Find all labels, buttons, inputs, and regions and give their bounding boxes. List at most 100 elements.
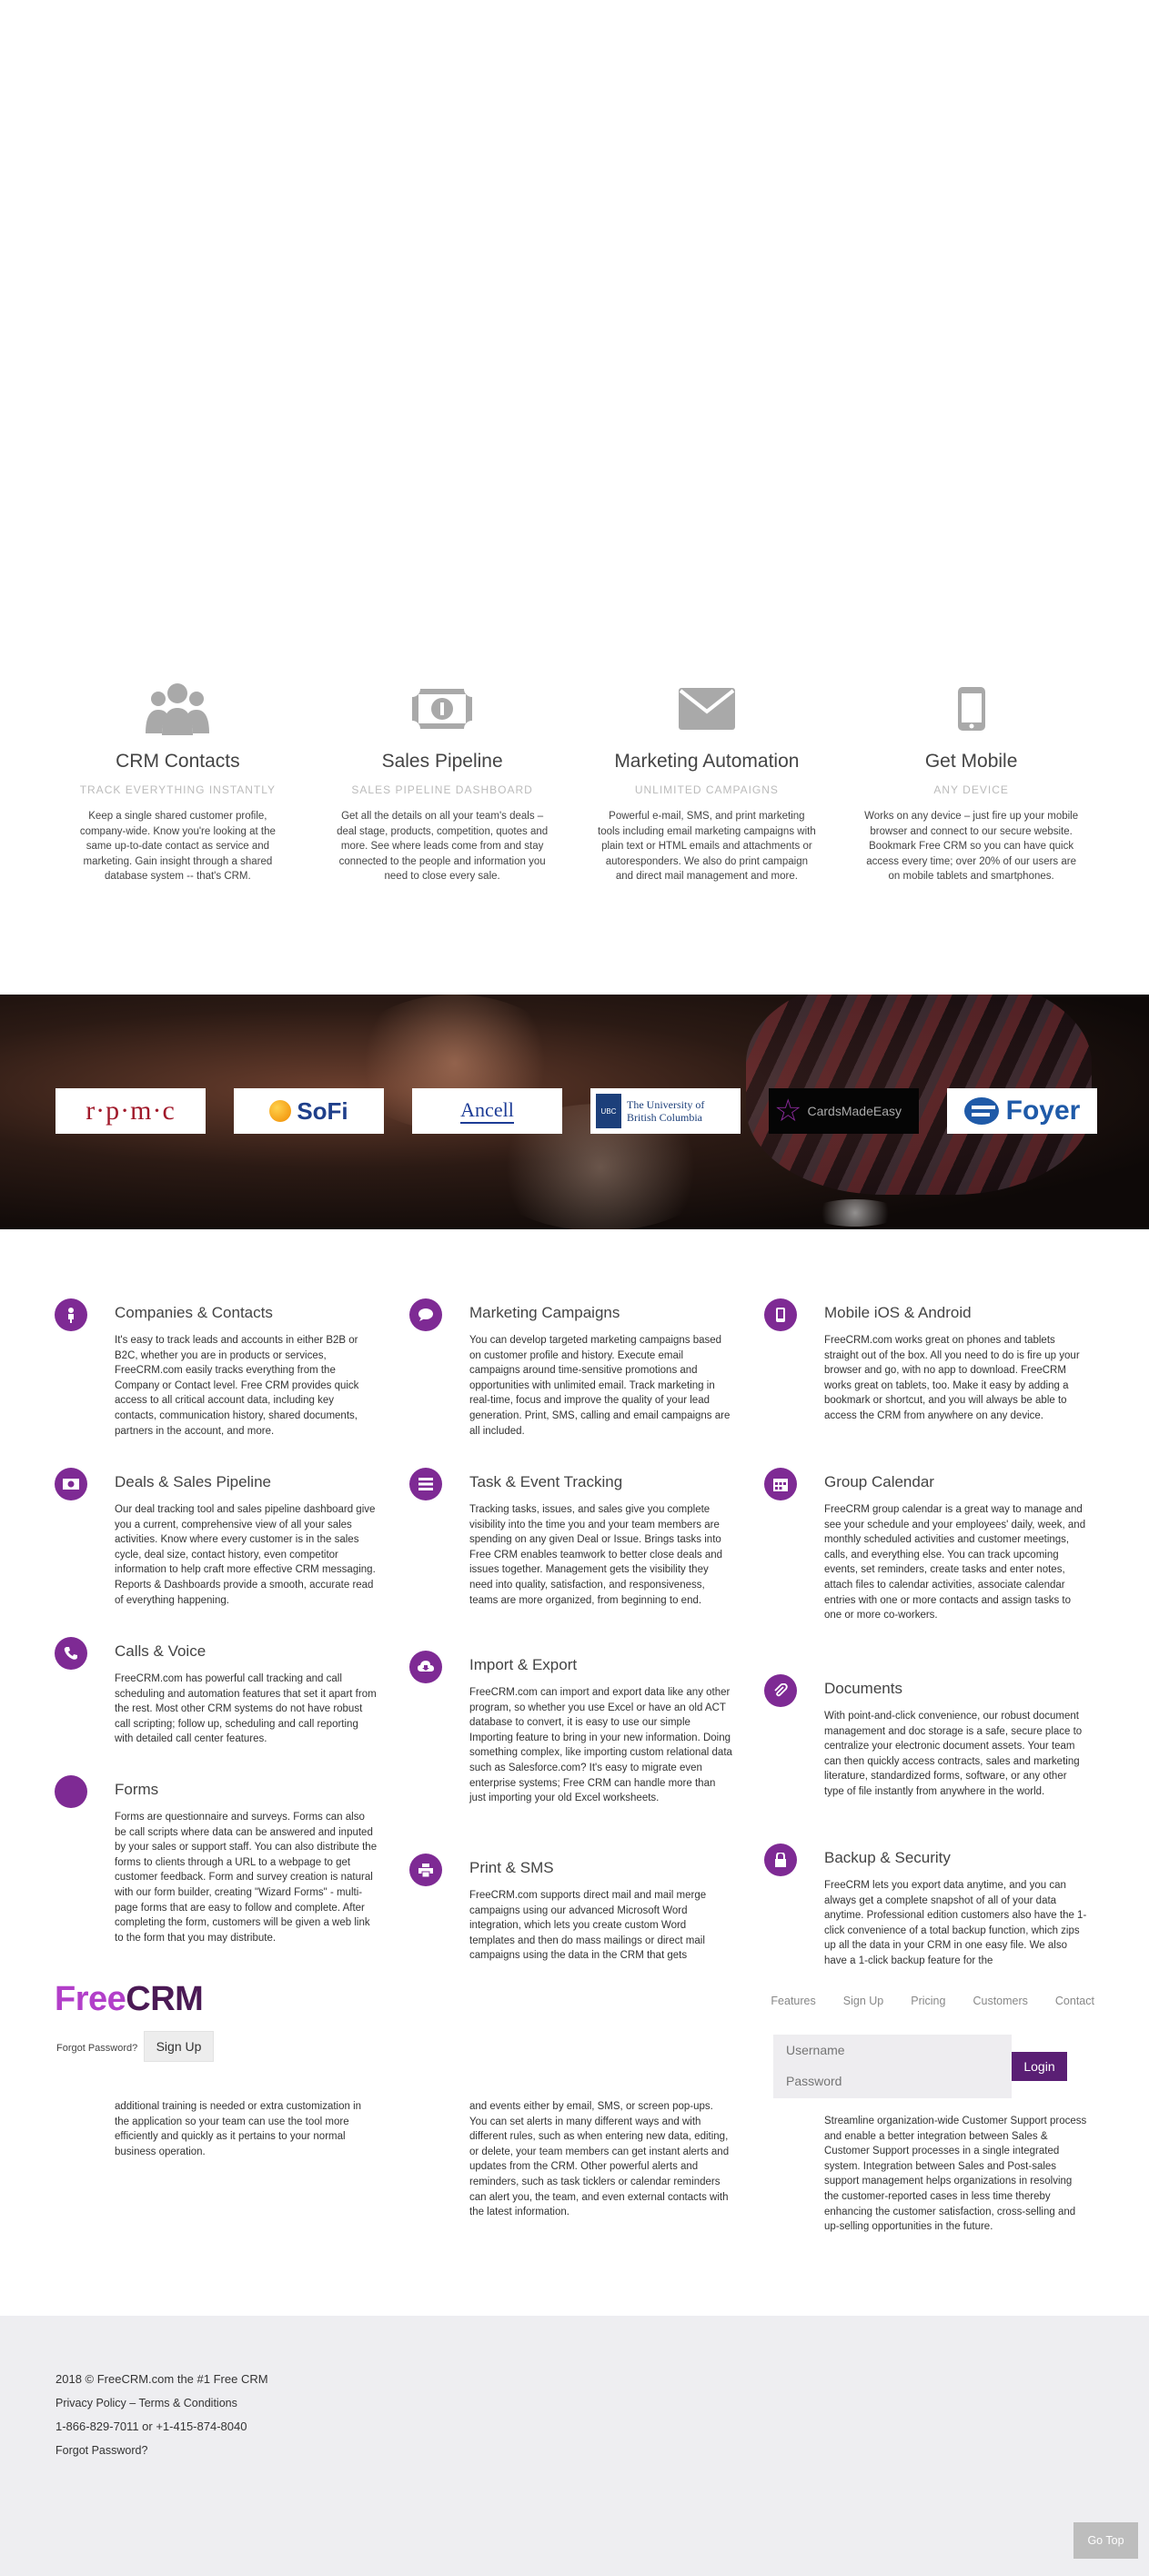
phone-icon — [55, 1637, 87, 1670]
feature-text: Works on any device – just fire up your … — [864, 811, 1079, 882]
logo-ubc: UBC The University of British Columbia — [590, 1088, 741, 1134]
ubc-crest-icon: UBC — [596, 1094, 621, 1128]
sign-up-button[interactable]: Sign Up — [144, 2031, 214, 2062]
privacy-policy-link[interactable]: Privacy Policy — [55, 2397, 126, 2409]
logo-rpmc: r·p·m·c — [55, 1088, 206, 1134]
feature-title: Deals & Sales Pipeline — [115, 1473, 271, 1490]
logo-row: r·p·m·c SoFi Ancell UBC The University o… — [55, 1088, 1097, 1134]
mobile-icon — [764, 1298, 797, 1331]
logo-line: The University of — [627, 1098, 705, 1111]
logo-ancell: Ancell — [412, 1088, 562, 1134]
paperclip-icon — [764, 1674, 797, 1707]
feature-title: Get Mobile — [924, 751, 1018, 772]
group-icon — [67, 678, 288, 740]
login-form — [773, 2035, 1012, 2098]
tasks-icon — [409, 1468, 442, 1500]
feature-text: FreeCRM.com works great on phones and ta… — [824, 1335, 1080, 1421]
feature-title: Mobile iOS & Android — [824, 1304, 972, 1321]
forgot-password-link[interactable]: Forgot Password? — [56, 2043, 137, 2054]
nav-contact[interactable]: Contact — [1055, 1995, 1094, 2007]
feature-text: FreeCRM group calendar is a great way to… — [824, 1504, 1086, 1621]
logo-text: UBC — [600, 1106, 617, 1116]
username-input[interactable] — [773, 2035, 1012, 2066]
logo-sofi: SoFi — [234, 1088, 384, 1134]
phone-numbers: 1-866-829-7011 or +1-415-874-8040 — [55, 2419, 247, 2433]
nav-sign-up[interactable]: Sign Up — [843, 1995, 883, 2007]
cloud-download-icon — [409, 1651, 442, 1683]
brand-crm: CRM — [126, 1980, 204, 2018]
logo-text: SoFi — [297, 1096, 348, 1125]
background-blur — [810, 1199, 901, 1227]
footer: 2018 © FreeCRM.com the #1 Free CRM Priva… — [0, 2316, 1149, 2576]
feature-title: Group Calendar — [824, 1473, 934, 1490]
feature-text: Our deal tracking tool and sales pipelin… — [115, 1504, 376, 1606]
feature-title: Documents — [824, 1680, 902, 1697]
feature-subtitle: ANY DEVICE — [933, 783, 1009, 796]
separator: – — [126, 2397, 139, 2409]
feature-title: Backup & Security — [824, 1849, 951, 1866]
feature-title: Sales Pipeline — [381, 751, 503, 772]
money-icon — [55, 1468, 87, 1500]
nav-pricing[interactable]: Pricing — [911, 1995, 945, 2007]
logo-text: Ancell — [460, 1098, 514, 1124]
logo-cardsmadeeasy: ☆ CardsMadeEasy — [769, 1088, 919, 1134]
feature-get-mobile: Get Mobile ANY DEVICE Works on any devic… — [839, 678, 1104, 884]
logo-text: r·p·m·c — [86, 1096, 176, 1126]
feature-sales-pipeline: Sales Pipeline SALES PIPELINE DASHBOARD … — [310, 678, 575, 884]
feature-title: Import & Export — [469, 1656, 578, 1673]
logo-foyer: Foyer — [947, 1088, 1097, 1134]
feature-title: Calls & Voice — [115, 1642, 207, 1660]
customer-logos-band: r·p·m·c SoFi Ancell UBC The University o… — [0, 995, 1149, 1229]
feature-title: Companies & Contacts — [115, 1304, 273, 1321]
header-bar: FreeCRM Features Sign Up Pricing Custome… — [0, 1971, 1149, 2100]
feature-title: Forms — [115, 1781, 159, 1798]
nav-features[interactable]: Features — [771, 1995, 815, 2007]
feature-title: Marketing Campaigns — [469, 1304, 620, 1321]
feature-text: FreeCRM.com can import and export data l… — [469, 1687, 732, 1804]
feature-text: additional training is needed or extra c… — [115, 2101, 362, 2157]
feature-text: FreeCRM.com supports direct mail and mai… — [469, 1890, 707, 1962]
feature-subtitle: SALES PIPELINE DASHBOARD — [351, 783, 533, 796]
forms-icon — [55, 1775, 87, 1808]
copyright: 2018 © FreeCRM.com the #1 Free CRM — [55, 2372, 268, 2386]
feature-subtitle: TRACK EVERYTHING INSTANTLY — [79, 783, 277, 796]
chat-icon — [409, 1298, 442, 1331]
top-nav: Features Sign Up Pricing Customers Conta… — [771, 1995, 1094, 2007]
nav-customers[interactable]: Customers — [973, 1995, 1027, 2007]
feature-subtitle: UNLIMITED CAMPAIGNS — [634, 783, 779, 796]
feature-text: Streamline organization-wide Customer Su… — [824, 2116, 1087, 2233]
password-input[interactable] — [773, 2066, 1012, 2096]
feature-text: and events either by email, SMS, or scre… — [469, 2101, 730, 2218]
go-top-button[interactable]: Go Top — [1073, 2522, 1138, 2559]
feature-text: Keep a single shared customer profile, c… — [79, 811, 276, 882]
print-icon — [409, 1854, 442, 1886]
feature-marketing-automation: Marketing Automation UNLIMITED CAMPAIGNS… — [575, 678, 840, 884]
feature-text: Forms are questionnaire and surveys. For… — [115, 1812, 378, 1944]
brand-logo[interactable]: FreeCRM — [55, 1980, 204, 2019]
feature-text: You can develop targeted marketing campa… — [469, 1335, 731, 1437]
sofi-ball-icon — [269, 1100, 292, 1122]
footer-forgot-password-link[interactable]: Forgot Password? — [55, 2439, 268, 2462]
lock-icon — [764, 1844, 797, 1876]
feature-text: It's easy to track leads and accounts in… — [115, 1335, 359, 1437]
foyer-mark-icon — [963, 1097, 999, 1125]
brand-free: Free — [55, 1980, 126, 2018]
login-button[interactable]: Login — [1012, 2052, 1067, 2081]
feature-text: Get all the details on all your team's d… — [337, 811, 549, 882]
logo-text: CardsMadeEasy — [807, 1104, 902, 1118]
logo-line: British Columbia — [627, 1111, 703, 1124]
money-icon — [332, 678, 553, 740]
feature-title: Marketing Automation — [614, 751, 800, 772]
footer-lines: 2018 © FreeCRM.com the #1 Free CRM Priva… — [55, 2368, 268, 2462]
mobile-icon — [861, 678, 1082, 740]
feature-title: CRM Contacts — [116, 751, 240, 772]
feature-text: Tracking tasks, issues, and sales give y… — [469, 1504, 723, 1606]
feature-text: FreeCRM.com has powerful call tracking a… — [115, 1673, 377, 1745]
terms-link[interactable]: Terms & Conditions — [138, 2397, 237, 2409]
logo-text: The University of British Columbia — [627, 1098, 704, 1124]
location-icon — [55, 1298, 87, 1331]
feature-text: Powerful e-mail, SMS, and print marketin… — [598, 811, 816, 882]
feature-title: Print & SMS — [469, 1859, 554, 1876]
feature-text: With point-and-click convenience, our ro… — [824, 1711, 1083, 1797]
features-row: CRM Contacts TRACK EVERYTHING INSTANTLY … — [45, 678, 1104, 884]
